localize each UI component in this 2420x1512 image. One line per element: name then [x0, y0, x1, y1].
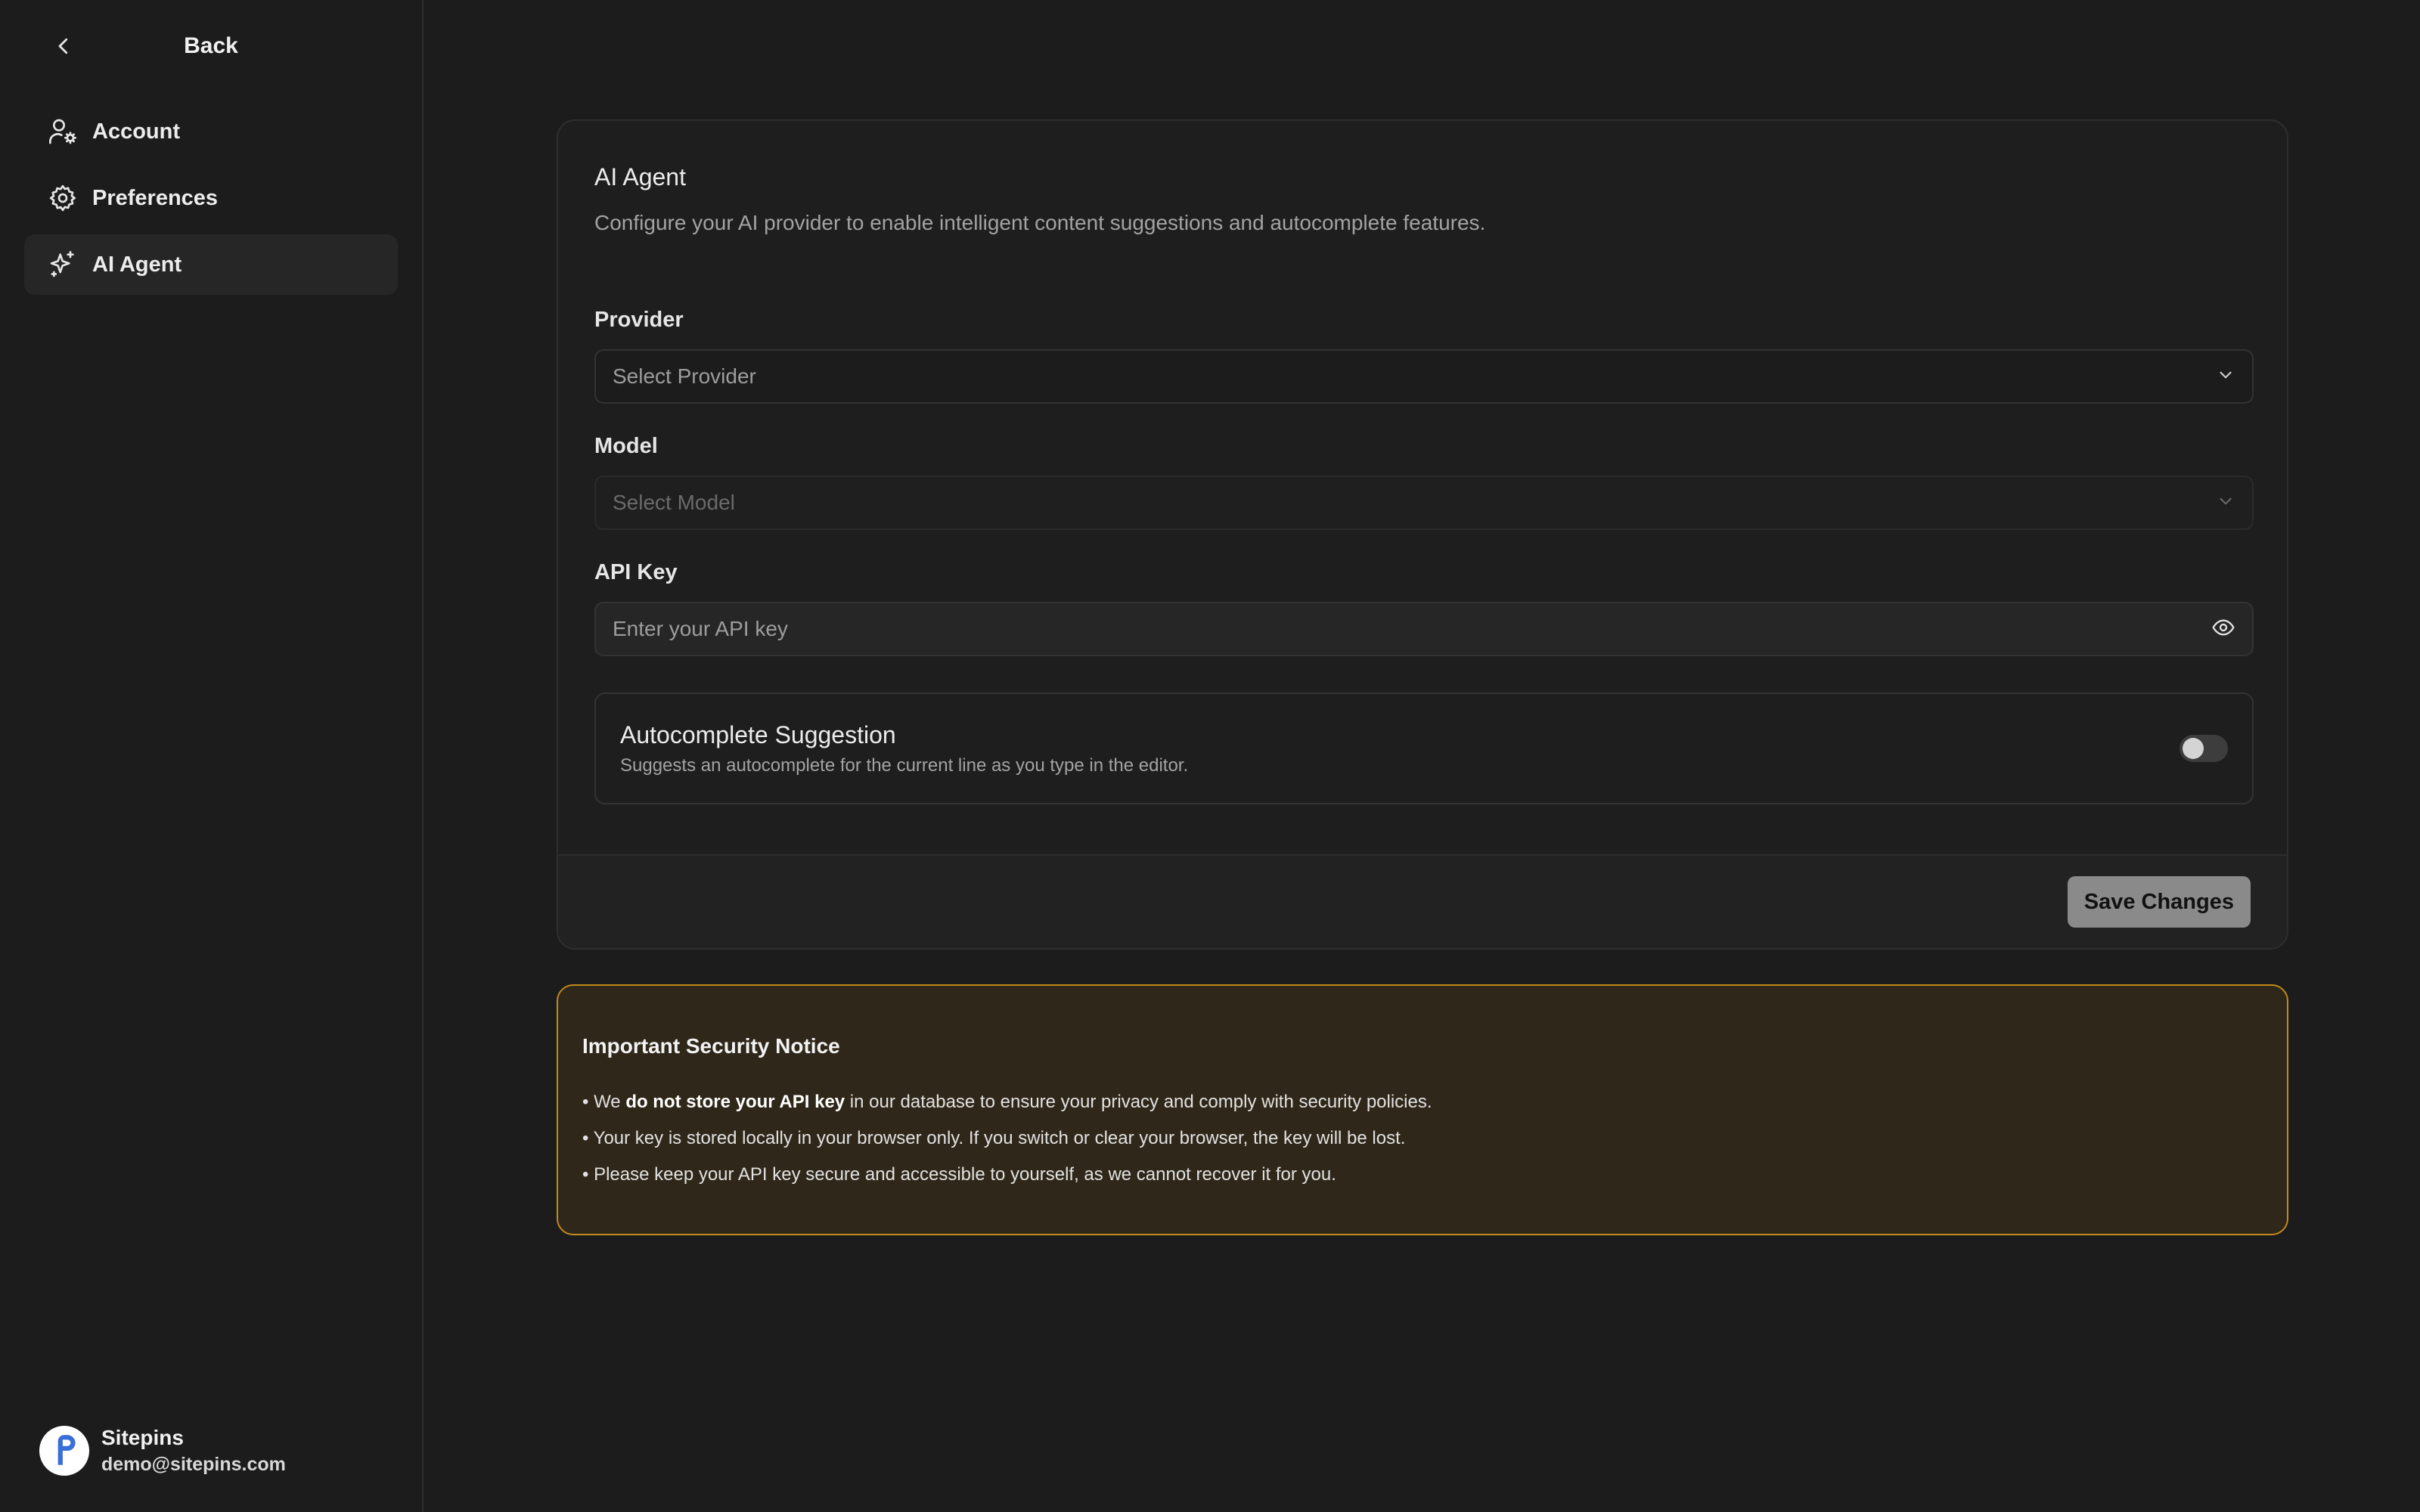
sidebar-item-preferences[interactable]: Preferences	[24, 168, 398, 228]
chevron-down-icon	[2216, 365, 2235, 389]
notice-list: • We do not store your API key in our da…	[582, 1084, 2263, 1193]
autocomplete-title: Autocomplete Suggestion	[620, 720, 896, 748]
autocomplete-toggle[interactable]	[2180, 735, 2228, 762]
sidebar-item-account[interactable]: Account	[24, 101, 398, 162]
save-changes-button[interactable]: Save Changes	[2067, 876, 2251, 928]
back-label: Back	[184, 33, 238, 58]
provider-label: Provider	[594, 308, 684, 332]
user-name: Sitepins	[101, 1426, 184, 1449]
ai-agent-card: AI Agent Configure your AI provider to e…	[557, 119, 2288, 950]
card-footer: Save Changes	[558, 854, 2287, 948]
notice-item: • We do not store your API key in our da…	[582, 1084, 2263, 1120]
model-placeholder: Select Model	[613, 491, 735, 514]
api-key-input[interactable]: Enter your API key	[594, 602, 2254, 656]
notice-text: in our database to ensure your privacy a…	[845, 1092, 1432, 1112]
settings-nav: Account Preferences AI Agent	[24, 101, 398, 295]
page-description: Configure your AI provider to enable int…	[594, 211, 1486, 234]
autocomplete-setting: Autocomplete Suggestion Suggests an auto…	[594, 692, 2254, 804]
api-key-placeholder: Enter your API key	[613, 617, 788, 640]
model-label: Model	[594, 434, 658, 458]
notice-emphasis: do not store your API key	[625, 1092, 845, 1112]
notice-text: • We	[582, 1092, 626, 1112]
api-key-label: API Key	[594, 560, 678, 584]
page-title: AI Agent	[594, 163, 686, 191]
user-email: demo@sitepins.com	[101, 1454, 286, 1475]
notice-item: • Please keep your API key secure and ac…	[582, 1164, 1336, 1185]
notice-title: Important Security Notice	[582, 1034, 840, 1058]
back-button[interactable]: Back	[24, 23, 398, 70]
sparkles-icon	[47, 249, 79, 280]
autocomplete-description: Suggests an autocomplete for the current…	[620, 754, 1189, 776]
chevron-down-icon	[2216, 491, 2235, 515]
notice-item: • Your key is stored locally in your bro…	[582, 1128, 1406, 1148]
main-content: AI Agent Configure your AI provider to e…	[424, 0, 2420, 1512]
sidebar-item-label: Preferences	[92, 185, 219, 210]
model-select[interactable]: Select Model	[594, 476, 2254, 530]
toggle-knob	[2183, 738, 2204, 759]
provider-select[interactable]: Select Provider	[594, 349, 2254, 404]
sidebar: Back Account Preferences AI Agent Sitepi…	[0, 0, 424, 1512]
sidebar-item-label: Account	[92, 119, 180, 144]
sidebar-item-ai-agent[interactable]: AI Agent	[24, 234, 398, 295]
gear-icon	[47, 182, 79, 214]
avatar	[39, 1426, 89, 1476]
user-profile[interactable]: Sitepins demo@sitepins.com	[39, 1424, 286, 1477]
eye-icon[interactable]	[2211, 615, 2235, 643]
provider-placeholder: Select Provider	[613, 364, 756, 388]
user-gear-icon	[47, 116, 79, 147]
sidebar-item-label: AI Agent	[92, 252, 182, 277]
security-notice: Important Security Notice • We do not st…	[557, 984, 2288, 1235]
sitepins-logo-icon	[57, 1435, 76, 1465]
